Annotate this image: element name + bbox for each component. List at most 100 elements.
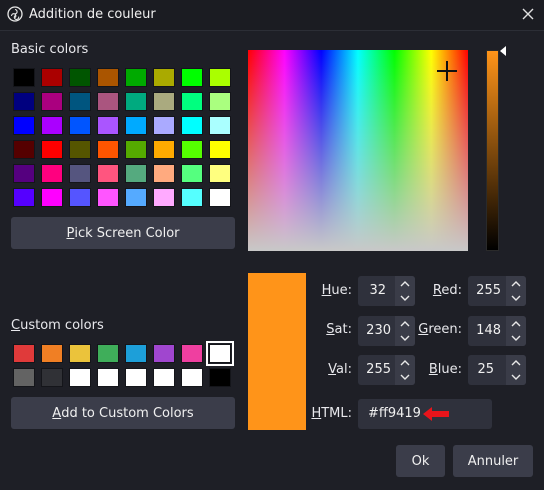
basic-color-swatch[interactable] (125, 164, 147, 183)
basic-color-swatch[interactable] (13, 164, 35, 183)
basic-color-swatch[interactable] (181, 116, 203, 135)
red-stepper[interactable] (506, 276, 526, 306)
red-spinbox[interactable]: 255 (468, 276, 526, 306)
chevron-down-icon[interactable] (399, 372, 411, 382)
custom-color-swatch[interactable] (181, 368, 203, 387)
chevron-down-icon[interactable] (399, 293, 411, 303)
ok-button[interactable]: Ok (396, 445, 445, 477)
custom-color-swatch[interactable] (13, 344, 35, 363)
basic-color-swatch[interactable] (153, 116, 175, 135)
chevron-up-icon[interactable] (510, 358, 522, 368)
green-stepper[interactable] (506, 316, 526, 346)
basic-color-swatch[interactable] (125, 188, 147, 207)
custom-color-swatch[interactable] (41, 368, 63, 387)
basic-color-swatch[interactable] (69, 188, 91, 207)
hue-value[interactable]: 32 (358, 276, 386, 306)
basic-color-swatch[interactable] (97, 164, 119, 183)
basic-color-swatch[interactable] (125, 140, 147, 159)
chevron-up-icon[interactable] (399, 358, 411, 368)
basic-color-swatch[interactable] (69, 116, 91, 135)
sat-value[interactable]: 230 (358, 316, 391, 346)
basic-color-swatch[interactable] (153, 140, 175, 159)
close-icon[interactable] (517, 3, 539, 25)
custom-color-swatch[interactable] (209, 368, 231, 387)
custom-color-swatch[interactable] (97, 344, 119, 363)
basic-color-swatch[interactable] (13, 68, 35, 87)
custom-color-swatch[interactable] (153, 344, 175, 363)
hue-stepper[interactable] (395, 276, 415, 306)
custom-color-swatch[interactable] (69, 368, 91, 387)
basic-color-swatch[interactable] (41, 188, 63, 207)
basic-color-swatch[interactable] (181, 140, 203, 159)
basic-color-swatch[interactable] (153, 164, 175, 183)
chevron-up-icon[interactable] (510, 279, 522, 289)
chevron-up-icon[interactable] (510, 319, 522, 329)
val-stepper[interactable] (395, 355, 415, 385)
basic-color-swatch[interactable] (13, 116, 35, 135)
basic-color-swatch[interactable] (41, 140, 63, 159)
chevron-down-icon[interactable] (399, 333, 411, 343)
basic-color-swatch[interactable] (181, 164, 203, 183)
basic-color-swatch[interactable] (97, 140, 119, 159)
sat-spinbox[interactable]: 230 (358, 316, 415, 346)
basic-color-swatch[interactable] (69, 92, 91, 111)
basic-color-swatch[interactable] (125, 116, 147, 135)
basic-color-swatch[interactable] (181, 188, 203, 207)
add-to-custom-colors-button[interactable]: Add to Custom Colors (11, 397, 235, 429)
basic-color-swatch[interactable] (209, 164, 231, 183)
red-value[interactable]: 255 (468, 276, 501, 306)
basic-color-swatch[interactable] (41, 116, 63, 135)
cancel-button[interactable]: Annuler (453, 445, 533, 477)
html-value[interactable]: #ff9419 (368, 399, 428, 429)
custom-color-swatch[interactable] (181, 344, 203, 363)
hue-spinbox[interactable]: 32 (358, 276, 415, 306)
chevron-up-icon[interactable] (399, 319, 411, 329)
basic-color-swatch[interactable] (41, 164, 63, 183)
basic-color-swatch[interactable] (209, 188, 231, 207)
custom-color-swatch[interactable] (125, 344, 147, 363)
basic-color-swatch[interactable] (125, 68, 147, 87)
green-spinbox[interactable]: 148 (468, 316, 526, 346)
custom-color-swatch[interactable] (125, 368, 147, 387)
custom-color-swatch[interactable] (69, 344, 91, 363)
basic-color-swatch[interactable] (13, 188, 35, 207)
basic-color-swatch[interactable] (69, 140, 91, 159)
basic-color-swatch[interactable] (209, 92, 231, 111)
val-value[interactable]: 255 (358, 355, 391, 385)
basic-color-swatch[interactable] (153, 188, 175, 207)
val-spinbox[interactable]: 255 (358, 355, 415, 385)
sat-stepper[interactable] (395, 316, 415, 346)
basic-color-swatch[interactable] (97, 68, 119, 87)
basic-color-swatch[interactable] (69, 164, 91, 183)
custom-color-swatch[interactable] (97, 368, 119, 387)
chevron-down-icon[interactable] (510, 372, 522, 382)
blue-stepper[interactable] (506, 355, 526, 385)
color-spectrum[interactable] (248, 50, 468, 251)
basic-color-swatch[interactable] (97, 116, 119, 135)
custom-color-swatch[interactable] (206, 341, 234, 366)
basic-color-swatch[interactable] (181, 92, 203, 111)
basic-color-swatch[interactable] (97, 92, 119, 111)
value-slider-handle-icon[interactable] (499, 45, 507, 57)
basic-color-swatch[interactable] (181, 68, 203, 87)
blue-spinbox[interactable]: 25 (468, 355, 526, 385)
basic-color-swatch[interactable] (97, 188, 119, 207)
basic-color-swatch[interactable] (13, 92, 35, 111)
basic-color-swatch[interactable] (41, 92, 63, 111)
chevron-down-icon[interactable] (510, 333, 522, 343)
basic-color-swatch[interactable] (153, 92, 175, 111)
basic-color-swatch[interactable] (125, 92, 147, 111)
custom-color-swatch[interactable] (41, 344, 63, 363)
basic-color-swatch[interactable] (153, 68, 175, 87)
basic-color-swatch[interactable] (69, 68, 91, 87)
basic-color-swatch[interactable] (209, 140, 231, 159)
value-slider[interactable] (486, 50, 499, 251)
pick-screen-color-button[interactable]: Pick Screen Color (11, 217, 235, 249)
basic-color-swatch[interactable] (41, 68, 63, 87)
basic-color-swatch[interactable] (209, 68, 231, 87)
chevron-down-icon[interactable] (510, 293, 522, 303)
basic-color-swatch[interactable] (209, 116, 231, 135)
green-value[interactable]: 148 (468, 316, 501, 346)
blue-value[interactable]: 25 (468, 355, 494, 385)
basic-color-swatch[interactable] (13, 140, 35, 159)
